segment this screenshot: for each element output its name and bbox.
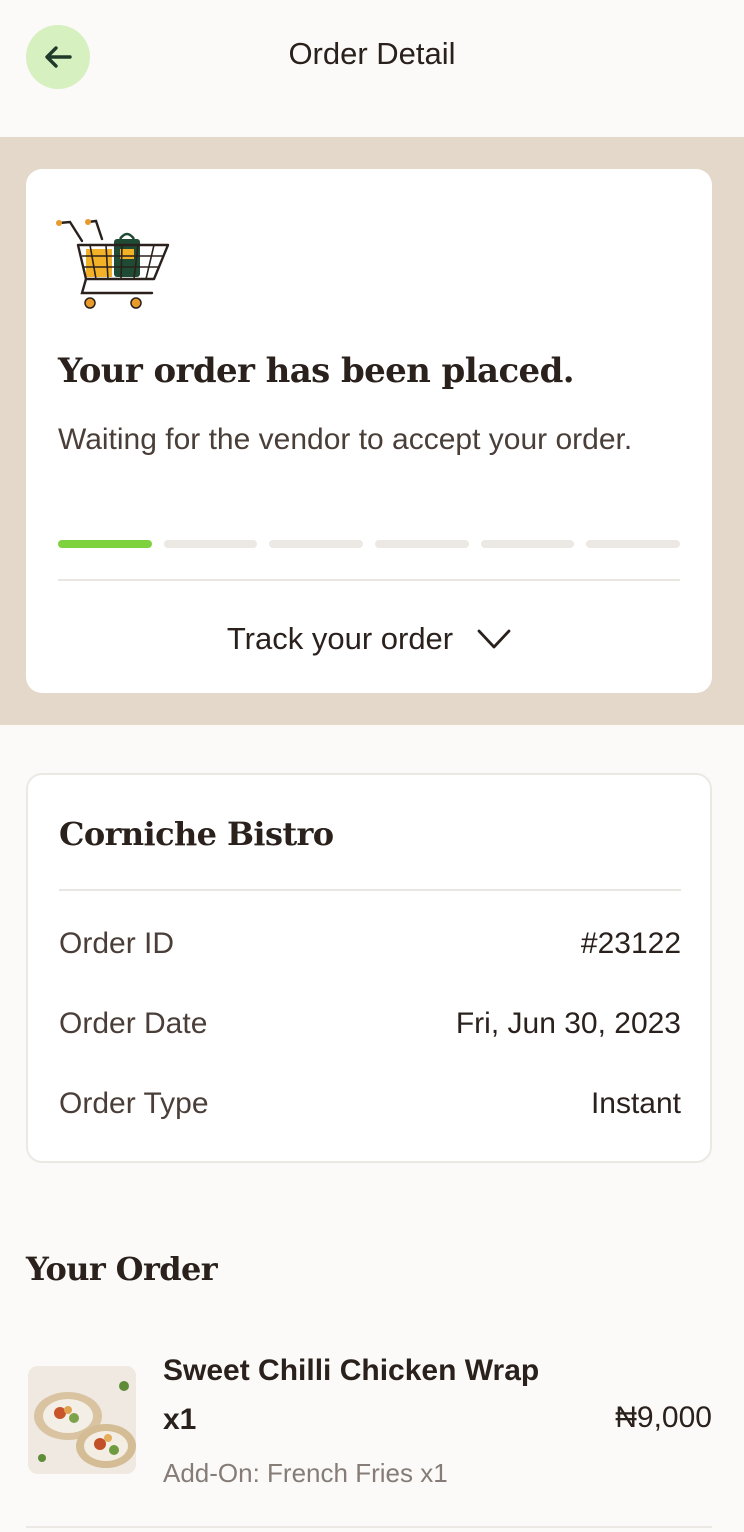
- track-order-label: Track your order: [226, 621, 454, 656]
- item-addon: Add-On: French Fries x1: [163, 1458, 448, 1488]
- order-id-label: Order ID: [59, 927, 175, 960]
- divider: [26, 1526, 712, 1528]
- divider: [58, 579, 680, 581]
- order-id-value: #23122: [580, 927, 681, 960]
- item-price: ₦9,000: [615, 1401, 712, 1434]
- order-progress-bar: [58, 540, 681, 548]
- progress-segment: [58, 540, 152, 548]
- order-info-card: Corniche Bistro Order ID #23122 Order Da…: [26, 773, 712, 1163]
- progress-segment: [480, 540, 575, 548]
- order-status-section: Your order has been placed. Waiting for …: [0, 137, 744, 725]
- order-date-label: Order Date: [59, 1007, 208, 1040]
- order-date-value: Fri, Jun 30, 2023: [455, 1007, 681, 1040]
- chevron-down-icon: [477, 629, 511, 649]
- status-subtitle: Waiting for the vendor to accept your or…: [58, 423, 633, 456]
- divider: [59, 889, 681, 891]
- your-order-heading: Your Order: [26, 1250, 218, 1288]
- order-type-label: Order Type: [59, 1087, 209, 1120]
- page-title: Order Detail: [288, 36, 456, 71]
- item-name: Sweet Chilli Chicken Wrap x1: [163, 1354, 540, 1436]
- progress-segment: [163, 540, 258, 548]
- app-header: Order Detail: [0, 0, 744, 137]
- progress-segment: [586, 540, 681, 548]
- progress-segment: [269, 540, 364, 548]
- order-status-card: Your order has been placed. Waiting for …: [26, 169, 712, 693]
- order-type-row: Order Type Instant: [59, 1087, 681, 1121]
- vendor-name: Corniche Bistro: [59, 815, 334, 853]
- progress-segment: [375, 540, 469, 548]
- track-order-button[interactable]: Track your order: [26, 614, 712, 664]
- shopping-cart-icon: [56, 219, 170, 309]
- order-item[interactable]: Sweet Chilli Chicken Wrap x1 Add-On: Fre…: [26, 1346, 712, 1496]
- order-date-row: Order Date Fri, Jun 30, 2023: [59, 1007, 681, 1041]
- order-type-value: Instant: [590, 1087, 681, 1120]
- item-image: [28, 1366, 136, 1474]
- status-title: Your order has been placed.: [58, 351, 575, 391]
- order-id-row: Order ID #23122: [59, 927, 681, 961]
